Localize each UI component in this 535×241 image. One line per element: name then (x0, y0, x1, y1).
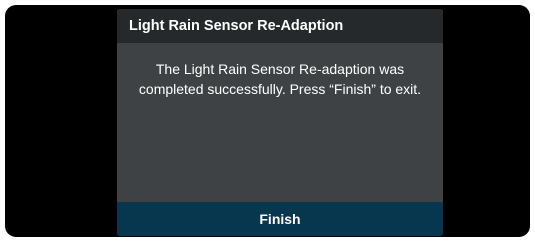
dialog-title: Light Rain Sensor Re-Adaption (129, 18, 344, 34)
dialog-message: The Light Rain Sensor Re-adaption was co… (138, 61, 422, 97)
rain-sensor-dialog: Light Rain Sensor Re-Adaption The Light … (117, 9, 443, 236)
dialog-header: Light Rain Sensor Re-Adaption (117, 9, 443, 43)
screen-bezel: Light Rain Sensor Re-Adaption The Light … (5, 5, 530, 237)
finish-button[interactable]: Finish (117, 202, 443, 236)
